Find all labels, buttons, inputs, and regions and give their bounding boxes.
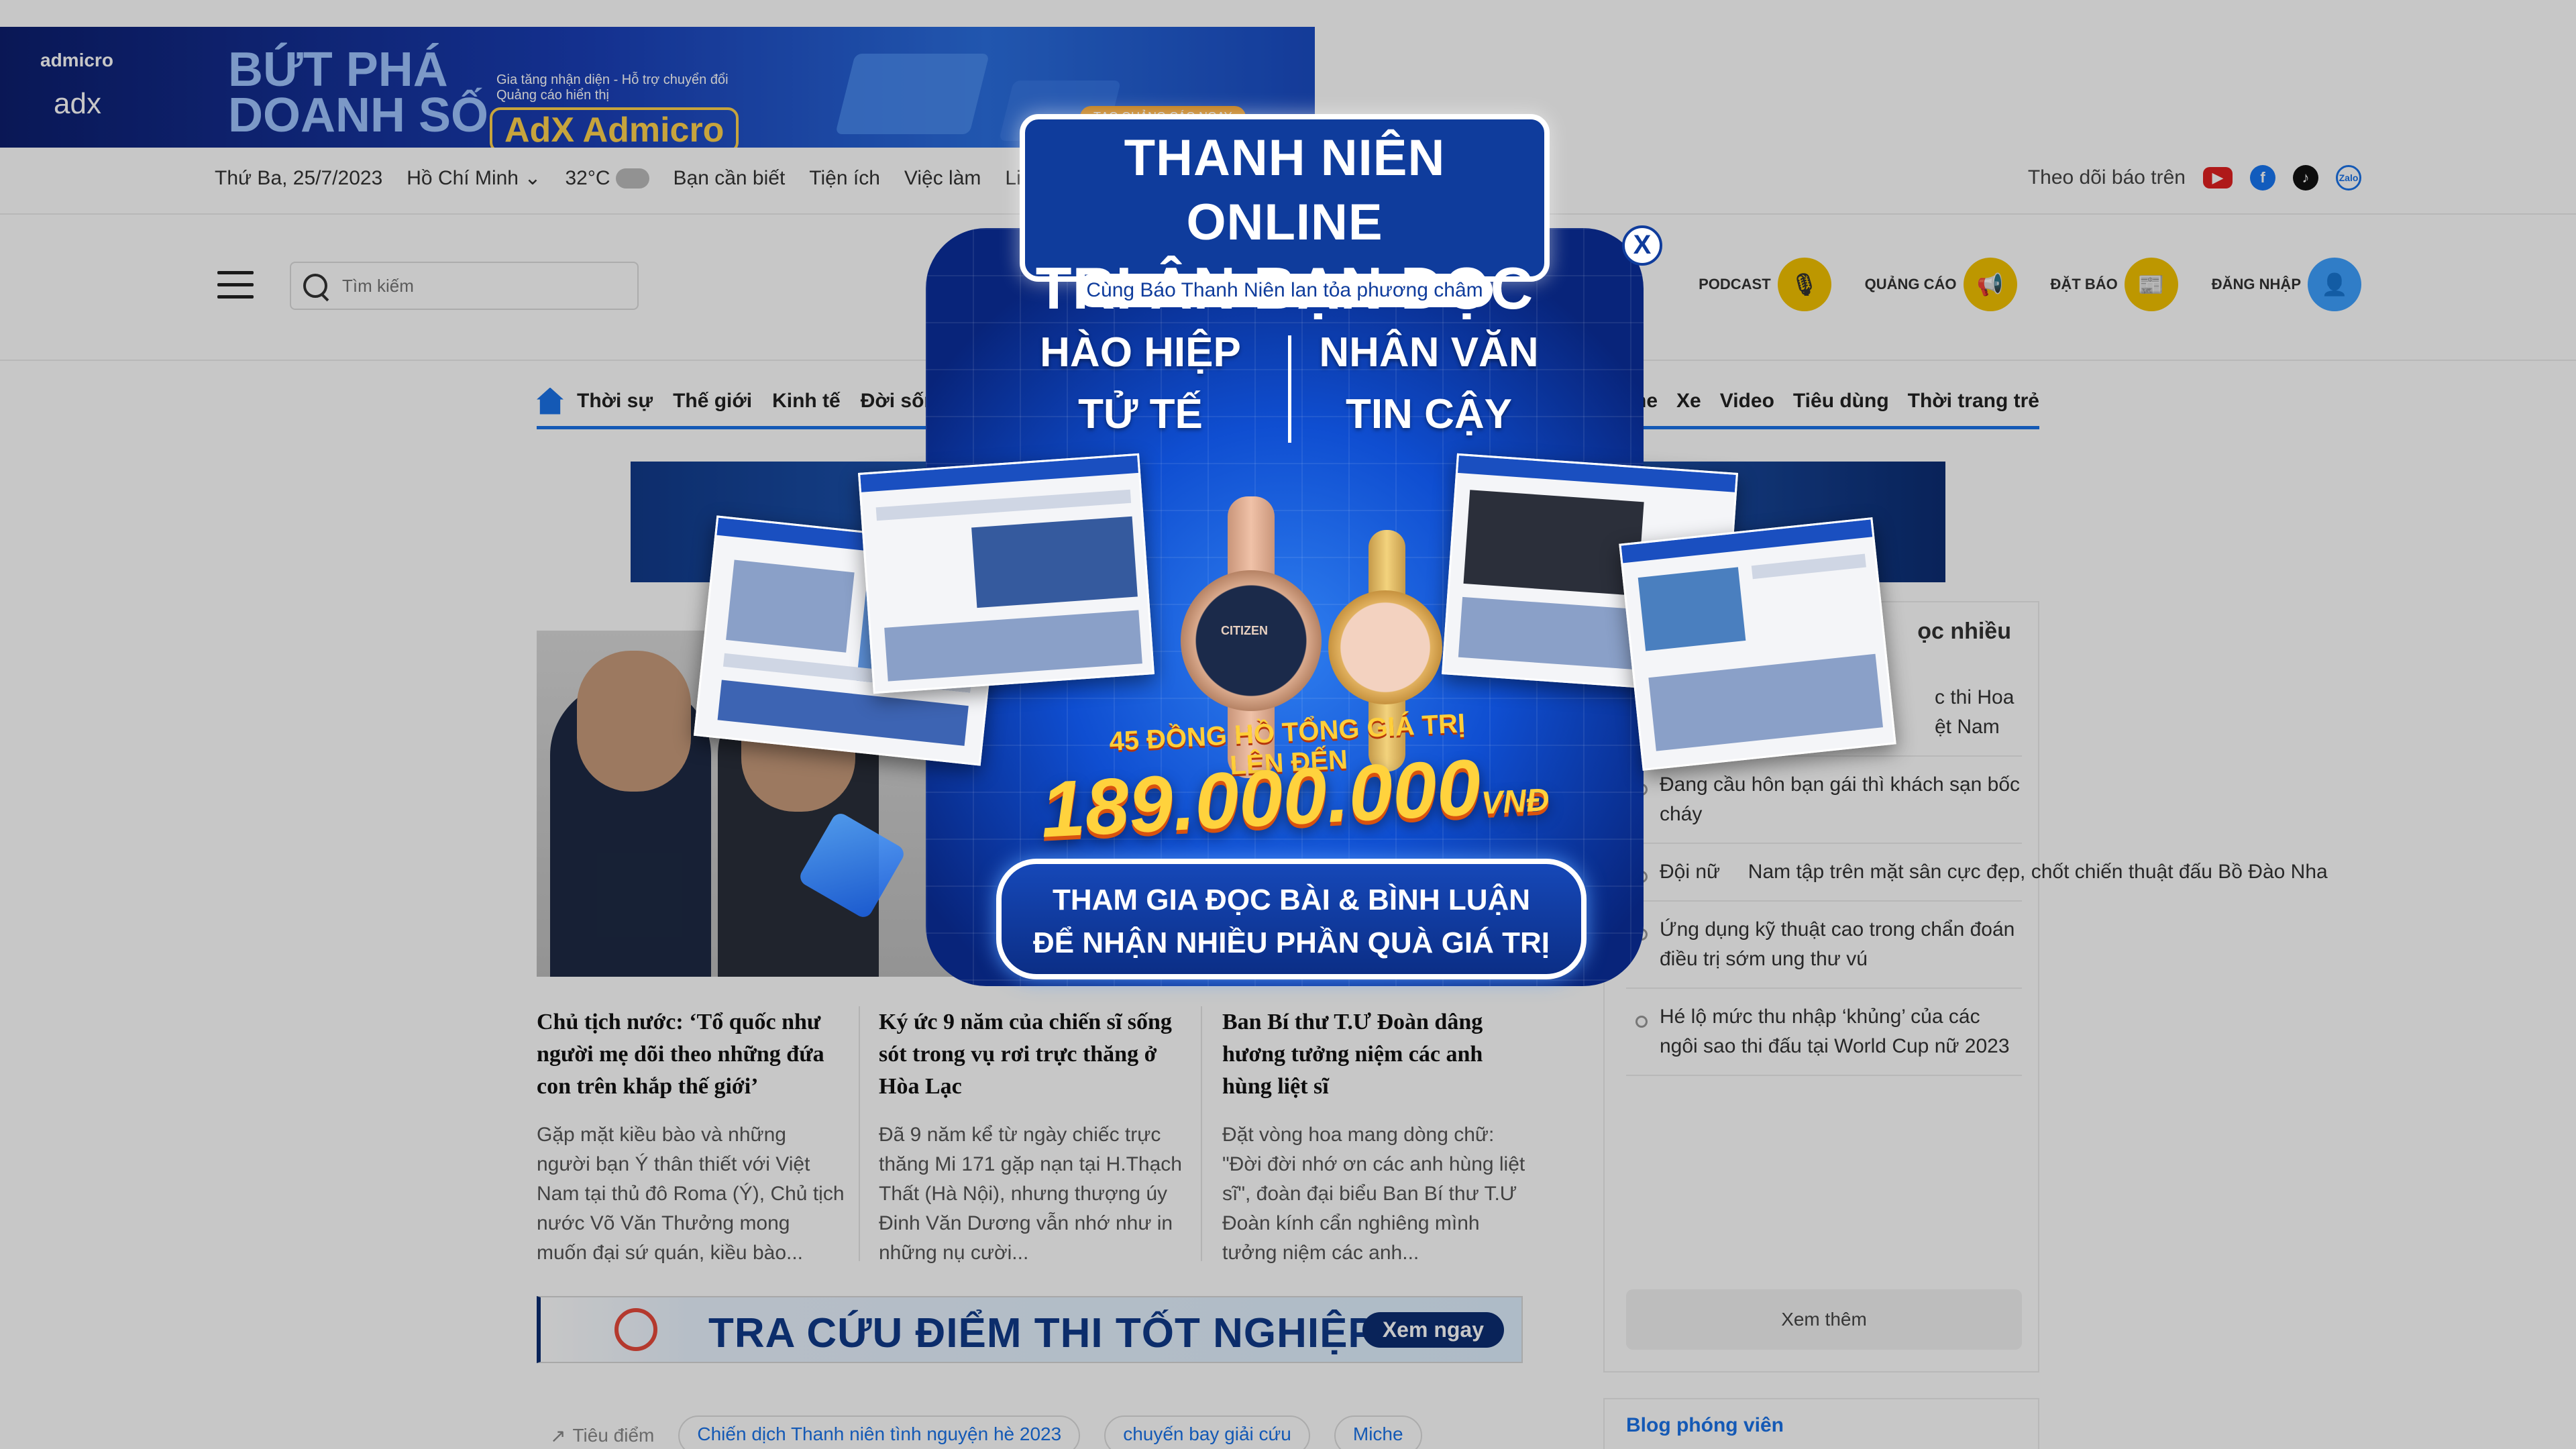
popup-subtitle: Cùng Báo Thanh Niên lan tỏa phương châm [1077, 274, 1493, 307]
close-icon[interactable]: X [1622, 225, 1662, 266]
promo-popup[interactable]: THANH NIÊN ONLINE TRI ÂN BẠN ĐỌC Cùng Bá… [693, 101, 1896, 986]
watch-brand: CITIZEN [1221, 624, 1268, 637]
join-cta-button[interactable]: THAM GIA ĐỌC BÀI & BÌNH LUẬN ĐỂ NHẬN NHI… [996, 859, 1587, 979]
popup-title-box: THANH NIÊN ONLINE TRI ÂN BẠN ĐỌC [1020, 114, 1550, 321]
screenshot-mockup [858, 453, 1155, 694]
popup-title: THANH NIÊN ONLINE [1124, 129, 1446, 251]
watch-icon [1181, 570, 1322, 711]
value-separator [1288, 335, 1291, 443]
value-right: NHÂN VĂN TIN CẬY [1319, 329, 1539, 437]
screenshot-mockup [1619, 517, 1896, 771]
watch-icon [1328, 590, 1442, 704]
value-left: HÀO HIỆP TỬ TẾ [1040, 329, 1241, 437]
